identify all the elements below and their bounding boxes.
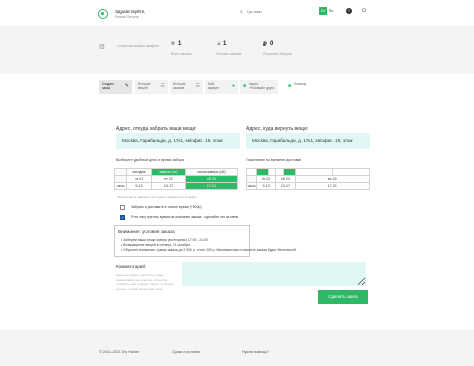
pickup-title: Адрес, откуда забрать ваши вещи: xyxy=(116,126,197,132)
delivery-time-slot[interactable]: 17-21 xyxy=(294,182,371,190)
terms-item: • Обратите внимание, сумма заказа до 2 5… xyxy=(121,248,297,252)
submit-order-button[interactable]: Сделать заказ xyxy=(318,290,368,304)
lang-ru-button[interactable]: Ru xyxy=(329,9,333,13)
tab-items-history[interactable]: История вещей ☰ xyxy=(135,80,168,94)
bag-icon: ■ xyxy=(171,41,175,47)
stat-bonus-label: Потрачено бонусов xyxy=(263,52,292,56)
delivery-title: Адрес, куда вернуть вещи: xyxy=(246,126,309,132)
thumbs-up-icon: ▲ xyxy=(216,41,222,47)
logo[interactable] xyxy=(98,9,108,19)
help-icon[interactable]: ? xyxy=(346,8,352,14)
no-description-label: Я не хочу тратить время на описание зака… xyxy=(131,215,239,219)
top-bar: Здравствуйте, Роман Петров ⌕ En Ru ? ⏻ xyxy=(0,0,474,26)
express-label: Забрать и доставить в точное время (+500… xyxy=(131,205,202,209)
delivery-subtitle: Пожелание по времени доставки xyxy=(246,158,302,162)
pickup-day[interactable]: послезавтра (сб) xyxy=(185,168,238,176)
pickup-subtitle: Выберите удобный день и время забора xyxy=(116,158,184,162)
stats-title: Статистика вашего аккаунта xyxy=(117,44,160,48)
stat-orders-label: Всего заказов xyxy=(171,52,192,56)
pickup-day-selected[interactable]: завтра (пт) xyxy=(150,168,187,176)
gift-icon: ■ xyxy=(243,83,247,89)
ruble-icon: ₽ xyxy=(263,42,267,48)
list-icon: ☰ xyxy=(195,83,200,89)
comment-title: Комментарий: xyxy=(116,264,147,269)
account-stats: ▥ Статистика вашего аккаунта ■ 1 Всего з… xyxy=(0,26,474,74)
stat-success-label: Успешно заказов xyxy=(216,52,242,56)
tab-label: Создать заказ xyxy=(102,82,115,90)
delivery-date[interactable]: пт 22 xyxy=(255,175,277,183)
stat-success-value: 1 xyxy=(223,41,227,47)
no-description-checkbox[interactable] xyxy=(120,215,125,220)
terms-item: • Заберем ваши вещи завтра (во вторник) … xyxy=(121,238,208,242)
user-icon: ● xyxy=(231,83,235,89)
logout-icon[interactable]: ⏻ xyxy=(362,8,366,14)
delivery-date[interactable]: сб 23 xyxy=(275,175,296,183)
tab-my-account[interactable]: Мой аккаунт ● xyxy=(205,80,238,94)
order-terms-box: Внимание: условия заказа • Заберем ваши … xyxy=(114,225,297,257)
comment-hint: Здесь вы можете написать любые комментар… xyxy=(116,273,174,291)
tab-promo[interactable]: Акции «Розовый» друга ■ xyxy=(240,80,278,94)
tab-label: Мой аккаунт xyxy=(208,82,220,90)
delivery-date[interactable]: вс 24 xyxy=(294,175,371,183)
delivery-time-slot[interactable]: 9-13 xyxy=(255,182,277,190)
tab-label: Акции «Розовый» друга xyxy=(249,82,275,90)
pickup-date[interactable]: чт 21 xyxy=(126,175,152,183)
user-name[interactable]: Роман Петров xyxy=(115,15,139,19)
chart-icon: ▥ xyxy=(99,44,105,50)
copyright: © 2014–2021 Dry Harder xyxy=(99,350,140,354)
delivery-address-field[interactable]: Москва, Гарибальди, д. 17к1, кв/офис. 19… xyxy=(246,133,370,149)
pickup-time-label: часы xyxy=(114,182,127,190)
pickup-date-selected[interactable]: сб 23 xyxy=(185,175,238,183)
comment-textarea[interactable] xyxy=(182,262,366,286)
pickup-time-slot[interactable]: 13-17 xyxy=(150,182,187,190)
footer: © 2014–2021 Dry Harder Сроки и условия Н… xyxy=(0,330,474,366)
tab-label: Помощь xyxy=(294,82,307,86)
stat-orders-value: 1 xyxy=(178,41,182,47)
pickup-time-slot[interactable]: 9-13 xyxy=(126,182,152,190)
terms-link[interactable]: Сроки и условия xyxy=(172,350,200,354)
express-checkbox[interactable] xyxy=(120,205,125,210)
stat-bonus-value: 0 xyxy=(270,41,274,47)
pickup-time-slot-selected[interactable]: 17-21 xyxy=(185,182,238,190)
terms-item: • Возвращение вещей в четверг, 21 октябр… xyxy=(121,243,190,247)
pencil-icon: ✎ xyxy=(124,83,129,89)
pickup-day: сегодня xyxy=(126,168,152,176)
terms-title: Внимание: условия заказа xyxy=(118,229,175,234)
list-icon: ☰ xyxy=(160,83,165,89)
tab-label: История заказов xyxy=(173,82,186,90)
tab-label: История вещей xyxy=(138,82,151,90)
delivery-schedule: пт 22 сб 23 вс 24 часы 9-13 13-17 17-21 xyxy=(246,168,371,190)
search-input[interactable] xyxy=(247,9,307,15)
greeting: Здравствуйте, xyxy=(115,9,146,14)
pickup-schedule: сегодня завтра (пт) послезавтра (сб) чт … xyxy=(114,168,238,190)
tab-help[interactable]: ■ Помощь xyxy=(285,80,318,94)
tab-orders-history[interactable]: История заказов ☰ xyxy=(170,80,203,94)
lang-en-button[interactable]: En xyxy=(319,7,327,15)
pickup-address-field[interactable]: Москва, Гарибальди, д. 17к1, кв/офис. 19… xyxy=(116,133,240,149)
delivery-time-slot[interactable]: 13-17 xyxy=(275,182,296,190)
tab-create-order[interactable]: Создать заказ ✎ xyxy=(99,80,132,94)
chat-icon: ■ xyxy=(288,83,292,89)
pickup-date[interactable]: пт 22 xyxy=(150,175,187,183)
help-link[interactable]: Нужна помощь? xyxy=(242,350,269,354)
delivery-time-label: часы xyxy=(246,182,257,190)
schedule-note: * Возможность забрать в этот день и врем… xyxy=(116,195,197,199)
search-icon[interactable]: ⌕ xyxy=(240,9,243,15)
